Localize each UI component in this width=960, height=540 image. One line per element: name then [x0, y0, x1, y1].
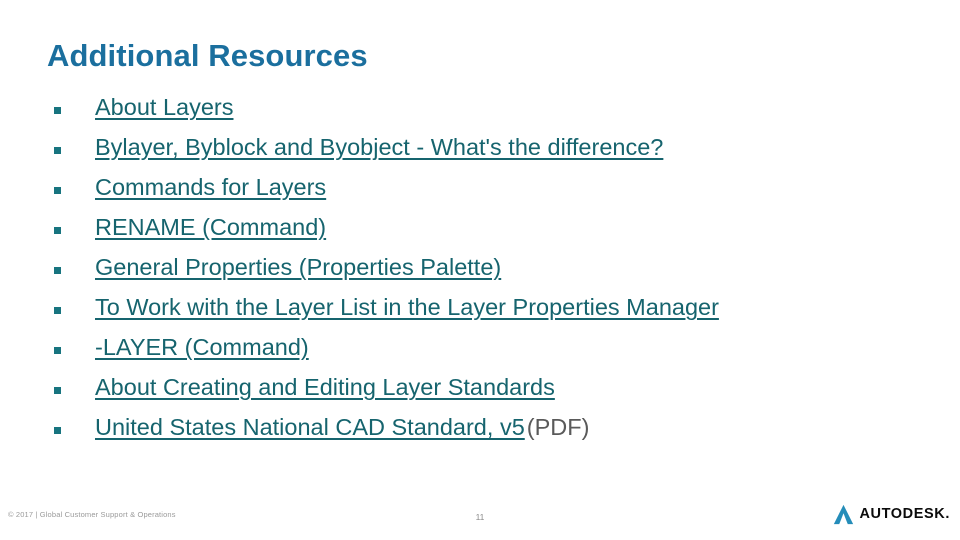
square-bullet-icon	[47, 227, 95, 234]
resource-link[interactable]: About Creating and Editing Layer Standar…	[95, 374, 555, 400]
list-item-text: General Properties (Properties Palette)	[95, 254, 503, 280]
resource-link[interactable]: Commands for Layers	[95, 174, 326, 200]
resource-link-suffix: (PDF)	[526, 414, 590, 440]
square-bullet-icon	[47, 307, 95, 314]
resource-link[interactable]: To Work with the Layer List in the Layer…	[95, 294, 719, 320]
autodesk-wordmark: AUTODESK.	[859, 506, 950, 523]
square-bullet-icon	[47, 387, 95, 394]
resource-link-suffix	[719, 294, 721, 320]
resource-link[interactable]: About Layers	[95, 94, 233, 120]
square-bullet-icon	[47, 347, 95, 354]
list-item-text: Commands for Layers	[95, 174, 328, 200]
list-item-text: Bylayer, Byblock and Byobject - What's t…	[95, 134, 665, 160]
list-item[interactable]: General Properties (Properties Palette)	[47, 254, 927, 296]
resource-link-suffix	[501, 254, 503, 280]
list-item-text: About Creating and Editing Layer Standar…	[95, 374, 557, 400]
list-item-text: To Work with the Layer List in the Layer…	[95, 294, 721, 320]
page-number: 11	[475, 512, 485, 522]
slide-canvas: Additional Resources About Layers Bylaye…	[0, 0, 960, 540]
list-item[interactable]: About Layers	[47, 94, 927, 136]
square-bullet-icon	[47, 107, 95, 114]
list-item-text: -LAYER (Command)	[95, 334, 311, 360]
autodesk-a-mark-icon	[834, 504, 854, 525]
page-title: Additional Resources	[47, 38, 368, 73]
slide-footer: © 2017 | Global Customer Support & Opera…	[0, 496, 960, 540]
list-item-text: United States National CAD Standard, v5(…	[95, 414, 590, 440]
resource-link-suffix	[555, 374, 557, 400]
list-item[interactable]: -LAYER (Command)	[47, 334, 927, 376]
resource-link-suffix	[233, 94, 235, 120]
list-item[interactable]: Commands for Layers	[47, 174, 927, 216]
autodesk-logo: AUTODESK.	[833, 504, 950, 525]
square-bullet-icon	[47, 187, 95, 194]
resource-link-list: About Layers Bylayer, Byblock and Byobje…	[47, 94, 927, 456]
list-item[interactable]: RENAME (Command)	[47, 214, 927, 256]
resource-link[interactable]: -LAYER (Command)	[95, 334, 309, 360]
resource-link-suffix	[326, 174, 328, 200]
list-item[interactable]: United States National CAD Standard, v5(…	[47, 414, 927, 456]
list-item[interactable]: About Creating and Editing Layer Standar…	[47, 374, 927, 416]
list-item[interactable]: Bylayer, Byblock and Byobject - What's t…	[47, 134, 927, 176]
list-item[interactable]: To Work with the Layer List in the Layer…	[47, 294, 927, 336]
resource-link[interactable]: Bylayer, Byblock and Byobject - What's t…	[95, 134, 663, 160]
resource-link-suffix	[309, 334, 311, 360]
resource-link-suffix	[326, 214, 328, 240]
resource-link[interactable]: United States National CAD Standard, v5	[95, 414, 525, 440]
list-item-text: RENAME (Command)	[95, 214, 328, 240]
resource-link[interactable]: General Properties (Properties Palette)	[95, 254, 501, 280]
resource-link[interactable]: RENAME (Command)	[95, 214, 326, 240]
square-bullet-icon	[47, 147, 95, 154]
square-bullet-icon	[47, 427, 95, 434]
square-bullet-icon	[47, 267, 95, 274]
list-item-text: About Layers	[95, 94, 235, 120]
resource-link-suffix	[663, 134, 665, 160]
